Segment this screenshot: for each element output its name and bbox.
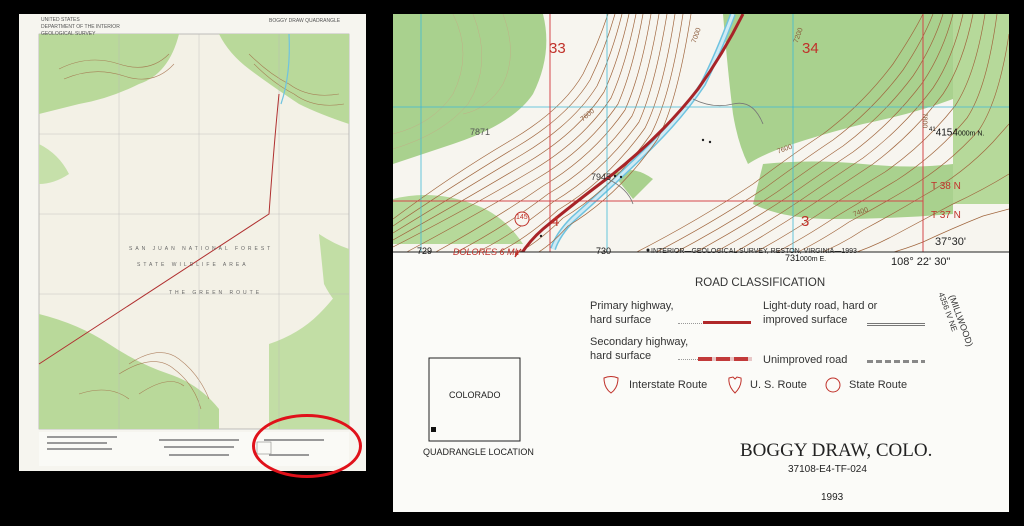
northing-suffix: 000m N.	[957, 130, 985, 138]
easting-730: 730	[596, 246, 612, 256]
legend-state-route-label: State Route	[849, 379, 908, 391]
highlight-ring	[252, 414, 362, 478]
quadrangle-location-marker	[431, 427, 436, 432]
legend-secondary-label: Secondary highway, hard surface	[590, 336, 689, 362]
thumbnail-header: UNITED STATES DEPARTMENT OF THE INTERIOR…	[41, 17, 120, 37]
latitude-label: 37°30'	[935, 236, 966, 248]
quad-title: BOGGY DRAW, COLO.	[740, 440, 933, 461]
thumbnail-map-graphic	[19, 14, 366, 471]
legend-unimproved-symbol	[867, 360, 925, 363]
adjacent-quad-label: (MILLWOOD) 4356 IV NE	[935, 284, 975, 351]
quad-code: 37108-E4-TF-024	[788, 464, 867, 475]
direction-dolores: DOLORES 6 MI.	[453, 247, 520, 257]
township-t38n: T 38 N	[931, 181, 961, 192]
section-number-3: 3	[801, 213, 810, 230]
elevation-7945: 7945	[591, 172, 612, 182]
section-number-34: 34	[802, 40, 819, 57]
state-route-shield-icon	[825, 377, 841, 393]
thumbnail-area-label-2: STATE WILDLIFE AREA	[137, 262, 249, 268]
longitude-label: 108° 22' 30"	[891, 256, 951, 268]
section-number-33: 33	[549, 40, 566, 57]
legend-interstate-label: Interstate Route	[629, 379, 708, 391]
legend-us-route-label: U. S. Route	[750, 379, 807, 391]
elevation-7871: 7871	[470, 127, 491, 137]
route-shield-number: 145	[516, 214, 528, 221]
legend-title: ROAD CLASSIFICATION	[695, 277, 826, 289]
legend-primary-symbol	[703, 321, 751, 324]
thumbnail-area-label-1: SAN JUAN NATIONAL FOREST	[129, 246, 274, 252]
legend-unimproved-label: Unimproved road	[763, 354, 848, 366]
easting-729: 729	[417, 246, 433, 256]
thumbnail-title: BOGGY DRAW QUADRANGLE	[269, 18, 341, 24]
credit-line: INTERIOR—GEOLOGICAL SURVEY, RESTON, VIRG…	[651, 248, 857, 255]
easting-suffix: 000m E.	[800, 256, 827, 263]
colorado-label: COLORADO	[449, 390, 501, 400]
thumbnail-area-label-3: THE GREEN ROUTE	[169, 290, 263, 296]
northing-value: 4154	[935, 127, 958, 139]
map-thumbnail[interactable]: UNITED STATES DEPARTMENT OF THE INTERIOR…	[19, 14, 366, 471]
interstate-shield-icon	[603, 376, 619, 394]
quadrangle-location-caption: QUADRANGLE LOCATION	[423, 447, 534, 457]
contour-label-7800: 7800	[920, 112, 928, 129]
legend-secondary-leader	[678, 359, 698, 360]
zoomed-map-panel: 33 34 3 4 145 7871 7945 7000 7200 7600 7…	[393, 14, 1009, 512]
us-route-shield-icon	[728, 376, 742, 394]
township-t37n: T 37 N	[931, 210, 961, 221]
section-number-4: 4	[551, 213, 560, 230]
legend-secondary-symbol	[698, 357, 752, 361]
legend-light-duty-label: Light-duty road, hard or improved surfac…	[763, 300, 878, 326]
legend-light-duty-symbol	[867, 323, 925, 326]
northing-label: 414154000m N.	[929, 127, 985, 139]
quad-year: 1993	[821, 492, 844, 503]
legend-primary-label: Primary highway, hard surface	[590, 300, 674, 326]
